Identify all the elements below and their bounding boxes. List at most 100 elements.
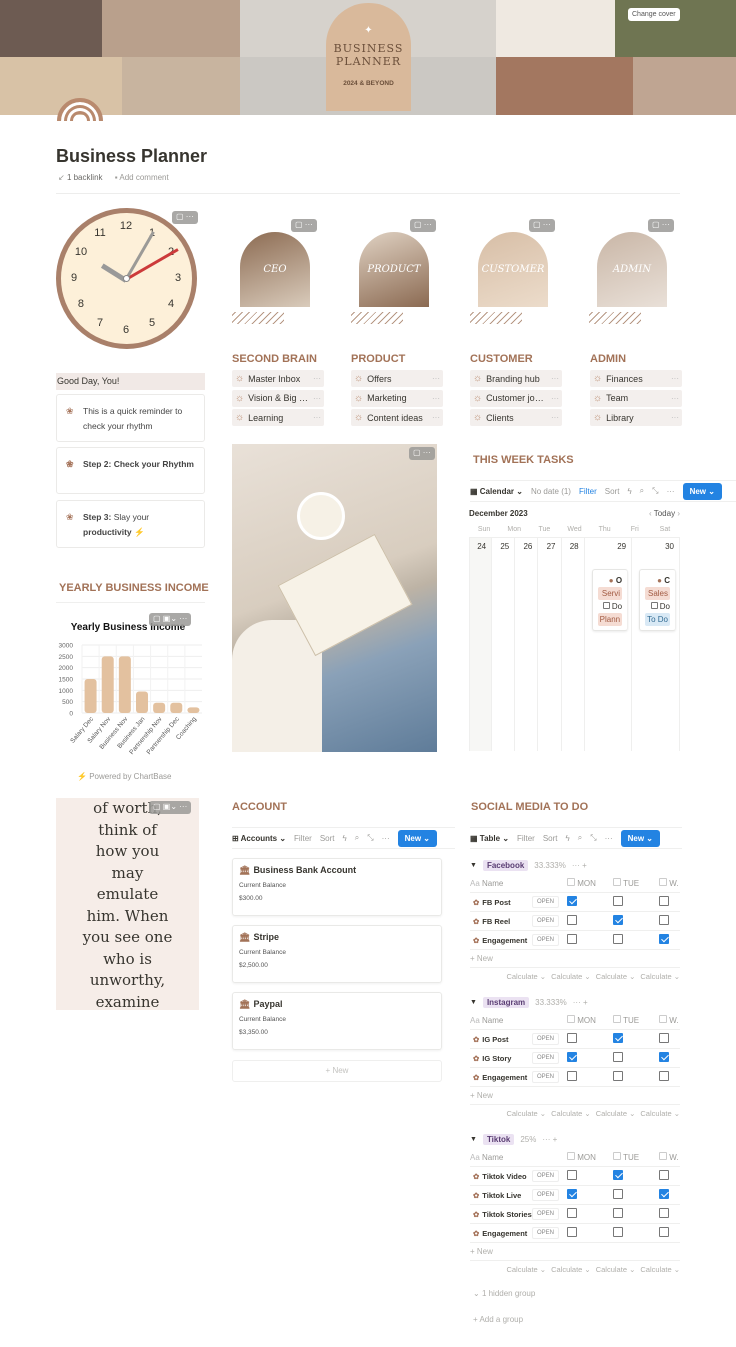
calendar-day[interactable]: 28 xyxy=(562,538,585,751)
todo-checkbox[interactable]: Do xyxy=(650,602,670,611)
next-icon[interactable]: › xyxy=(677,509,680,518)
day-checkbox[interactable] xyxy=(567,1071,577,1081)
collapse-toggle[interactable]: ▼ xyxy=(470,1136,477,1143)
day-checkbox[interactable] xyxy=(659,1227,669,1237)
calendar-event[interactable]: ● C Sales Do To Do xyxy=(639,569,676,631)
day-checkbox[interactable] xyxy=(613,896,623,906)
column-header[interactable]: TUE xyxy=(613,1015,659,1025)
category-item[interactable]: ☼ Finances ··· xyxy=(590,370,682,387)
day-checkbox[interactable] xyxy=(567,915,577,925)
more-icon[interactable]: ··· xyxy=(432,394,440,403)
new-account-button[interactable]: New ⌄ xyxy=(397,829,437,847)
calendar-day[interactable]: 26 xyxy=(515,538,539,751)
block-controls[interactable]: ▢ ··· xyxy=(291,219,317,232)
more-icon[interactable]: ··· xyxy=(671,374,679,383)
day-checkbox[interactable] xyxy=(567,1033,577,1043)
category-item[interactable]: ☼ Learning ··· xyxy=(232,409,324,426)
open-button[interactable]: OPEN xyxy=(532,934,559,946)
todo-checkbox[interactable]: Do xyxy=(602,602,622,611)
column-header[interactable]: W. xyxy=(659,1015,680,1025)
table-row[interactable]: ✿ Tiktok Live OPEN xyxy=(470,1186,680,1205)
sort-button[interactable]: Sort xyxy=(605,487,620,496)
account-card[interactable]: 🏛 Stripe Current Balance $2,500.00 xyxy=(232,925,442,983)
category-item[interactable]: ☼ Clients ··· xyxy=(470,409,562,426)
table-row[interactable]: ✿ FB Post OPEN xyxy=(470,893,680,912)
more-icon[interactable]: ··· xyxy=(432,413,440,422)
block-controls[interactable]: ▢ ··· xyxy=(172,211,198,224)
expand-icon[interactable]: ⤡ xyxy=(590,833,596,843)
category-item[interactable]: ☼ Offers ··· xyxy=(351,370,443,387)
more-icon[interactable]: ··· xyxy=(313,413,321,422)
collapse-toggle[interactable]: ▼ xyxy=(470,862,477,869)
table-row[interactable]: ✿ Engagement OPEN xyxy=(470,931,680,950)
collapse-toggle[interactable]: ▼ xyxy=(470,999,477,1006)
open-button[interactable]: OPEN xyxy=(532,1227,559,1239)
calendar-day[interactable]: 24 xyxy=(469,538,493,751)
table-row[interactable]: ✿ IG Post OPEN xyxy=(470,1030,680,1049)
day-checkbox[interactable] xyxy=(659,1071,669,1081)
table-row[interactable]: ✿ Engagement OPEN xyxy=(470,1224,680,1243)
category-item[interactable]: ☼ Marketing ··· xyxy=(351,389,443,407)
column-header[interactable]: MON xyxy=(567,878,613,888)
day-checkbox[interactable] xyxy=(659,1052,669,1062)
new-task-button[interactable]: New ⌄ xyxy=(682,482,722,500)
sort-button[interactable]: Sort xyxy=(543,834,558,843)
search-icon[interactable]: ⌕ xyxy=(640,486,644,496)
column-header[interactable]: W. xyxy=(659,1152,680,1162)
block-controls[interactable]: ▢ ··· xyxy=(648,219,674,232)
add-row-button[interactable]: + New xyxy=(470,950,680,968)
calculate-row[interactable]: Calculate ⌄ Calculate ⌄ Calculate ⌄ Calcula… xyxy=(470,968,680,986)
more-icon[interactable]: ··· xyxy=(382,834,390,843)
table-row[interactable]: ✿ FB Reel OPEN xyxy=(470,912,680,931)
open-button[interactable]: OPEN xyxy=(532,1208,559,1220)
more-icon[interactable]: ··· xyxy=(551,374,559,383)
day-checkbox[interactable] xyxy=(613,1208,623,1218)
day-checkbox[interactable] xyxy=(659,1189,669,1199)
open-button[interactable]: OPEN xyxy=(532,1071,559,1083)
block-controls[interactable]: ▢ ··· xyxy=(529,219,555,232)
add-comment-button[interactable]: Add comment xyxy=(119,173,168,182)
category-item[interactable]: ☼ Team ··· xyxy=(590,389,682,407)
expand-icon[interactable]: ⤡ xyxy=(367,833,373,843)
more-icon[interactable]: ··· xyxy=(667,487,675,496)
open-button[interactable]: OPEN xyxy=(532,915,559,927)
automation-icon[interactable]: ϟ xyxy=(342,834,346,843)
chartbase-credit[interactable]: ⚡ Powered by ChartBase xyxy=(77,772,171,781)
table-row[interactable]: ✿ IG Story OPEN xyxy=(470,1049,680,1068)
add-account-button[interactable]: + New xyxy=(232,1060,442,1082)
more-icon[interactable]: ··· xyxy=(671,394,679,403)
day-checkbox[interactable] xyxy=(567,1189,577,1199)
day-checkbox[interactable] xyxy=(659,915,669,925)
automation-icon[interactable]: ϟ xyxy=(565,834,569,843)
hidden-group-toggle[interactable]: ⌄ 1 hidden group xyxy=(473,1289,535,1298)
more-icon[interactable]: ··· xyxy=(605,834,613,843)
more-icon[interactable]: ··· + xyxy=(542,1135,557,1144)
block-controls[interactable]: ▢ ··· xyxy=(409,447,435,460)
account-card[interactable]: 🏛 Business Bank Account Current Balance $30… xyxy=(232,858,442,916)
day-checkbox[interactable] xyxy=(613,1033,623,1043)
more-icon[interactable]: ··· xyxy=(432,374,440,383)
day-checkbox[interactable] xyxy=(567,1170,577,1180)
no-date-button[interactable]: No date (1) xyxy=(531,487,571,496)
open-button[interactable]: OPEN xyxy=(532,1170,559,1182)
more-icon[interactable]: ··· xyxy=(313,374,321,383)
block-controls[interactable]: ▢ ▣⌄ ··· xyxy=(149,801,192,814)
category-item[interactable]: ☼Customer journey··· xyxy=(470,389,562,407)
more-icon[interactable]: ··· + xyxy=(573,998,588,1007)
accounts-view-tab[interactable]: ⊞ Accounts ⌄ xyxy=(232,834,286,843)
category-cover-ceo[interactable]: CEO xyxy=(240,232,310,307)
day-checkbox[interactable] xyxy=(659,1208,669,1218)
day-checkbox[interactable] xyxy=(659,934,669,944)
more-icon[interactable]: ··· xyxy=(671,413,679,422)
today-button[interactable]: Today xyxy=(654,509,675,518)
filter-button[interactable]: Filter xyxy=(579,487,597,496)
day-checkbox[interactable] xyxy=(613,1170,623,1180)
day-checkbox[interactable] xyxy=(613,1071,623,1081)
new-post-button[interactable]: New ⌄ xyxy=(620,829,660,847)
calendar-day[interactable]: 25 xyxy=(492,538,516,751)
more-icon[interactable]: ··· xyxy=(551,394,559,403)
day-checkbox[interactable] xyxy=(613,1052,623,1062)
add-group-button[interactable]: + Add a group xyxy=(473,1315,523,1324)
block-controls[interactable]: ▢ ··· xyxy=(410,219,436,232)
category-item[interactable]: ☼Vision & Big Goals··· xyxy=(232,389,324,407)
